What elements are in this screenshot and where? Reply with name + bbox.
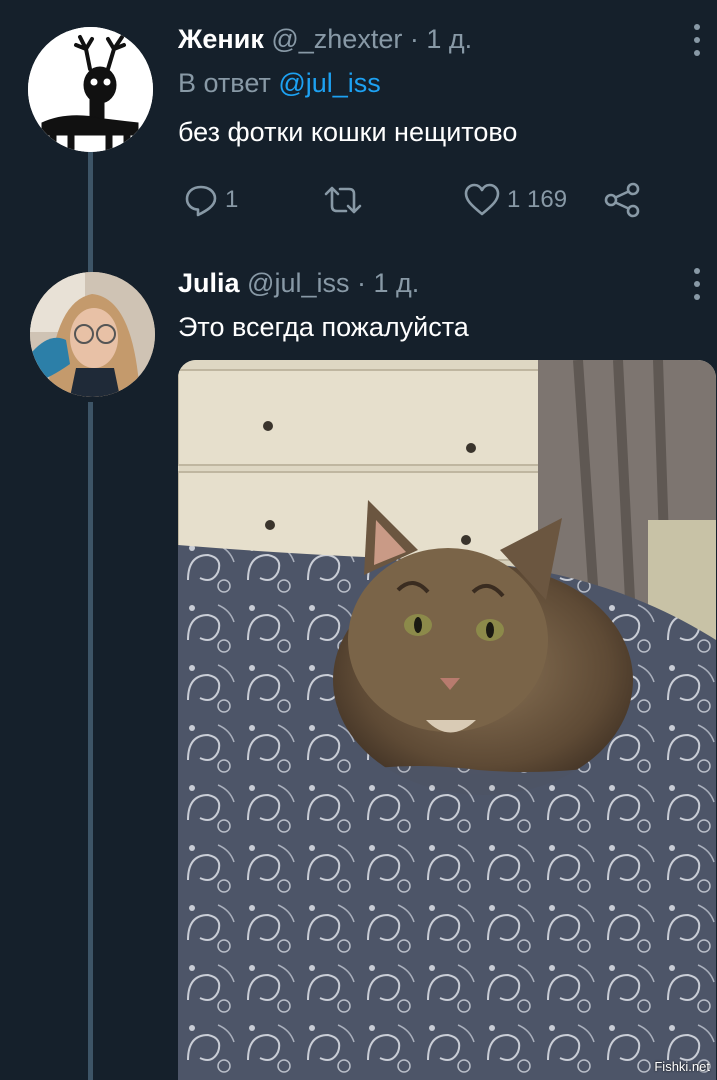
- reply-context: В ответ @jul_iss: [178, 68, 381, 99]
- tweet-photo[interactable]: Fishki.net: [178, 360, 716, 1080]
- reply-icon: [185, 185, 217, 217]
- watermark: Fishki.net: [654, 1059, 710, 1074]
- reply-prefix: В ответ: [178, 68, 271, 98]
- tweet-header: Julia @jul_iss · 1 д.: [178, 268, 419, 299]
- reply-mention-link[interactable]: @jul_iss: [278, 68, 380, 98]
- author-name[interactable]: Julia: [178, 268, 240, 298]
- author-handle[interactable]: @_zhexter: [271, 24, 402, 54]
- separator: ·: [357, 268, 366, 298]
- reply-count: 1: [225, 186, 239, 213]
- like-icon: [464, 183, 500, 216]
- author-name[interactable]: Женик: [178, 24, 264, 54]
- reply-button[interactable]: 1: [183, 180, 238, 220]
- like-button[interactable]: 1 169: [463, 180, 567, 220]
- author-handle[interactable]: @jul_iss: [247, 268, 349, 298]
- tweet-text: Это всегда пожалуйста: [178, 312, 469, 342]
- more-icon[interactable]: [690, 22, 704, 60]
- avatar-zhexter[interactable]: [28, 27, 153, 152]
- thread-line: [88, 402, 93, 1080]
- tweet-time[interactable]: 1 д.: [426, 24, 472, 54]
- avatar-jul-iss[interactable]: [30, 272, 155, 397]
- like-count: 1 169: [507, 186, 568, 213]
- tweet-header: Женик @_zhexter · 1 д.: [178, 24, 472, 55]
- share-button[interactable]: [603, 180, 641, 220]
- tweet-text: без фотки кошки нещитово: [178, 117, 518, 147]
- more-icon[interactable]: [690, 266, 704, 304]
- retweet-icon: [324, 186, 362, 214]
- thread-line: [88, 152, 93, 272]
- separator: ·: [409, 24, 419, 54]
- share-icon: [604, 182, 640, 218]
- tweet-time[interactable]: 1 д.: [374, 268, 420, 298]
- retweet-button[interactable]: [322, 180, 364, 220]
